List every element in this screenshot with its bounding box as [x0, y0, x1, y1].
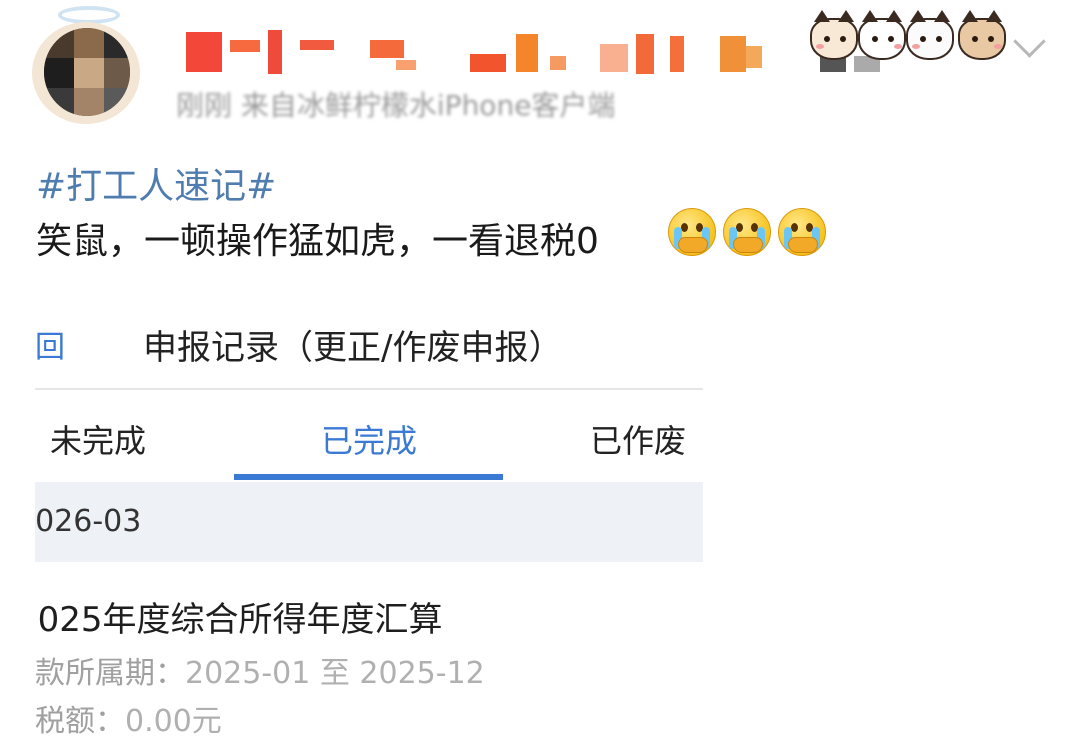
avatar[interactable] — [30, 6, 148, 124]
post-hashtag[interactable]: #打工人速记# — [36, 157, 276, 209]
divider — [35, 388, 703, 390]
crying-emoji-icon — [778, 208, 826, 256]
record-period-label: 税款所属期： — [35, 656, 185, 691]
record-refund-value: 0.00元 — [125, 704, 222, 739]
record-refund-label: 应退税额： — [35, 704, 125, 739]
active-tab-indicator — [234, 474, 503, 480]
tab-incomplete[interactable]: 未完成 — [50, 416, 146, 462]
chevron-down-icon[interactable] — [1013, 25, 1046, 58]
embedded-app-screenshot[interactable]: 返回 申报记录（更正/作废申报） 未完成 已完成 已作废 2026-03 202… — [35, 300, 703, 749]
record-period-value: 2025-01 至 2025-12 — [185, 656, 485, 691]
cat-stickers-icon — [806, 0, 1018, 66]
tab-completed[interactable]: 已完成 — [321, 416, 417, 462]
record-refund: 应退税额：0.00元 — [35, 696, 222, 740]
crying-emoji-icon — [723, 208, 771, 256]
record-period: 税款所属期：2025-01 至 2025-12 — [35, 648, 485, 692]
username-pixelated[interactable] — [180, 26, 880, 76]
back-button[interactable]: 返回 — [35, 322, 65, 366]
avatar-image-pixelated — [44, 28, 130, 116]
record-title[interactable]: 2025年度综合所得年度汇算 — [35, 592, 443, 641]
post-text: 笑鼠，一顿操作猛如虎，一看退税0 — [36, 221, 599, 262]
tab-voided[interactable]: 已作废 — [590, 416, 686, 462]
post-source-line: 刚刚 来自冰鲜柠檬水iPhone客户端 — [176, 89, 616, 122]
crying-emoji-icon — [668, 208, 716, 256]
page-title: 申报记录（更正/作废申报） — [143, 328, 563, 368]
month-label: 2026-03 — [35, 504, 142, 539]
